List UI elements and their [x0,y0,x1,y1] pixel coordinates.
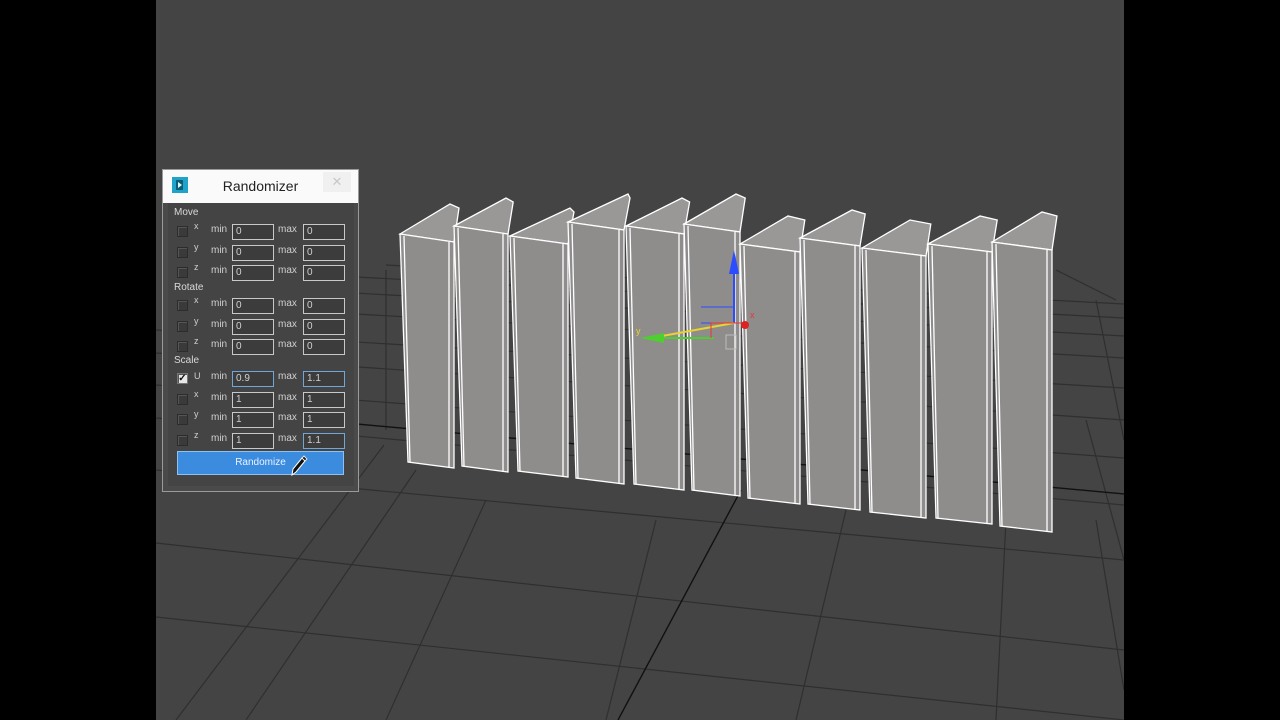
scale-x-min-field[interactable]: 1 [232,391,274,408]
move-row-x: x min 0 max 0 [168,221,354,241]
axis-label: z [194,336,199,346]
section-scale-label: Scale [174,355,200,366]
book-8[interactable] [797,209,866,511]
scale-z-max-field[interactable]: 1.1 [303,432,345,449]
axis-label: y [194,315,199,326]
max-label: max [278,298,297,309]
min-label: min [211,432,228,444]
move-x-max-field[interactable]: 0 [303,224,345,240]
axis-label: z [194,429,199,440]
dialog-titlebar[interactable]: Randomizer ✕ [163,170,358,203]
scale-row-U: ✓ Umin 0.9 max 1.1 [168,368,354,388]
book-2[interactable] [451,197,514,473]
axis-label: z [194,262,199,272]
gizmo-y-label: y [636,326,641,336]
min-label: min [211,298,228,309]
scale-U-min-field[interactable]: 0.9 [232,371,274,387]
section-rotate-label: Rotate [174,282,204,293]
move-z-checkbox[interactable] [177,267,188,278]
book-3[interactable] [507,207,575,478]
axis-label: y [194,409,199,419]
max-label: max [278,265,297,276]
dialog-body: Move x min 0 max 0 y min 0 max 0 z min 0 max 0 Rotate … [168,203,354,486]
move-z-max-field[interactable]: 0 [303,265,345,281]
randomize-button-label: Randomize [235,457,286,468]
axis-label: x [194,388,199,399]
min-label: min [211,339,228,350]
book-11[interactable] [990,211,1058,533]
min-label: min [211,244,228,256]
min-label: min [211,371,228,382]
min-label: min [211,391,228,403]
book-7[interactable] [738,215,806,505]
rotate-z-min-field[interactable]: 0 [232,339,274,355]
axis-label: y [194,241,199,252]
min-label: min [211,265,228,276]
move-x-checkbox[interactable] [177,226,188,237]
move-x-min-field[interactable]: 0 [232,224,274,240]
scale-y-min-field[interactable]: 1 [232,412,274,428]
scale-x-checkbox[interactable] [177,393,188,405]
book-5[interactable] [623,197,691,491]
max-label: max [278,432,297,444]
min-label: min [211,412,228,423]
rotate-z-max-field[interactable]: 0 [303,339,345,355]
gizmo-x-label: x [750,310,755,320]
close-button[interactable]: ✕ [323,172,351,192]
book-9[interactable] [860,219,932,519]
rotate-x-checkbox[interactable] [177,300,188,311]
scale-row-z: z min 1 max 1.1 [168,430,354,450]
move-y-max-field[interactable]: 0 [303,244,345,261]
rotate-x-min-field[interactable]: 0 [232,298,274,314]
rotate-row-z: z min 0 max 0 [168,336,354,356]
axis-label: x [194,295,199,305]
book-1[interactable] [398,203,460,469]
max-label: max [278,244,297,256]
books-group[interactable] [398,193,1058,533]
scale-y-max-field[interactable]: 1 [303,412,345,428]
min-label: min [211,318,228,330]
mouse-cursor-icon [291,455,308,477]
rotate-y-max-field[interactable]: 0 [303,318,345,335]
randomize-button[interactable]: Randomize [177,451,344,477]
move-row-z: z min 0 max 0 [168,262,354,282]
scale-U-max-field[interactable]: 1.1 [303,371,345,387]
book-10[interactable] [925,215,998,525]
min-label: min [211,224,228,235]
move-y-min-field[interactable]: 0 [232,244,274,261]
rotate-z-checkbox[interactable] [177,341,188,352]
rotate-x-max-field[interactable]: 0 [303,298,345,314]
move-z-min-field[interactable]: 0 [232,265,274,281]
max-label: max [278,412,297,423]
axis-label: U [194,371,201,381]
scale-row-x: x min 1 max 1 [168,389,354,409]
scale-U-checkbox[interactable]: ✓ [177,373,188,384]
max-label: max [278,391,297,403]
move-row-y: y min 0 max 0 [168,242,354,262]
axis-label: x [194,221,199,231]
max-label: max [278,339,297,350]
max-label: max [278,371,297,382]
randomizer-dialog: Randomizer ✕ Move x min 0 max 0 y min 0 max 0 z min… [162,169,359,492]
max-label: max [278,224,297,235]
scale-x-max-field[interactable]: 1 [303,391,345,408]
book-4[interactable] [565,193,631,485]
scale-z-checkbox[interactable] [177,434,188,446]
max-label: max [278,318,297,330]
move-y-checkbox[interactable] [177,246,188,258]
rotate-row-y: y min 0 max 0 [168,316,354,336]
scale-z-min-field[interactable]: 1 [232,432,274,449]
rotate-row-x: x min 0 max 0 [168,295,354,315]
rotate-y-min-field[interactable]: 0 [232,318,274,335]
scale-y-checkbox[interactable] [177,414,188,425]
scale-row-y: y min 1 max 1 [168,409,354,429]
rotate-y-checkbox[interactable] [177,320,188,332]
section-move-label: Move [174,207,199,218]
